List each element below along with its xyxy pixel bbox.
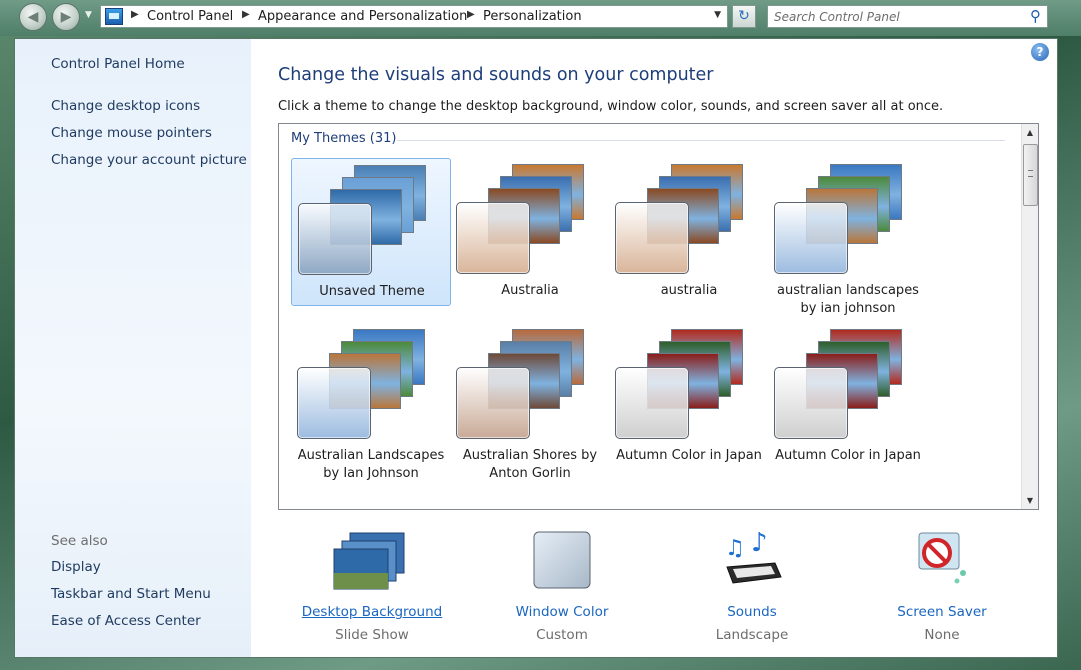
theme-item[interactable]: Autumn Color in Japan <box>609 323 769 471</box>
back-arrow-icon: ◀ <box>27 9 39 25</box>
window-color-setting[interactable]: Window Color Custom <box>467 529 657 643</box>
theme-color-swatch <box>774 202 848 274</box>
theme-color-swatch <box>456 367 530 439</box>
sounds-setting[interactable]: ♫ ♪ Sounds Landscape <box>657 529 847 643</box>
desktop-background-setting[interactable]: Desktop Background Slide Show <box>277 529 467 643</box>
window-color-link[interactable]: Window Color <box>467 604 657 620</box>
theme-item[interactable]: Autumn Color in Japan <box>768 323 928 471</box>
theme-label: australian landscapes by ian johnson <box>777 283 919 316</box>
display-link[interactable]: Display <box>51 559 101 575</box>
theme-label: Unsaved Theme <box>319 284 425 299</box>
theme-color-swatch <box>774 367 848 439</box>
refresh-icon: ↻ <box>738 8 750 24</box>
taskbar-start-menu-link[interactable]: Taskbar and Start Menu <box>51 586 211 602</box>
window-color-value: Custom <box>536 627 588 643</box>
theme-list[interactable]: My Themes (31) Unsaved Theme Australia aus… <box>278 123 1039 510</box>
desktop-background-value: Slide Show <box>335 627 409 643</box>
theme-label: australia <box>660 283 718 298</box>
breadcrumb-appearance[interactable]: Appearance and Personalization <box>258 9 467 24</box>
scroll-up-icon[interactable]: ▲ <box>1022 124 1038 141</box>
address-bar: ◀ ▶ ▼ ▶ Control Panel ▶ Appearance and P… <box>0 0 1081 36</box>
theme-item[interactable]: Australian Landscapes by Ian Johnson <box>291 323 451 481</box>
control-panel-home-link[interactable]: Control Panel Home <box>51 56 185 72</box>
content-area: Control Panel Home Change desktop icons … <box>14 38 1058 658</box>
scroll-down-icon[interactable]: ▼ <box>1022 492 1038 509</box>
theme-color-swatch <box>297 367 371 439</box>
change-mouse-pointers-link[interactable]: Change mouse pointers <box>51 125 212 141</box>
recent-pages-dropdown-icon[interactable]: ▼ <box>85 10 92 20</box>
sounds-value: Landscape <box>715 627 789 643</box>
screen-saver-value: None <box>924 627 960 643</box>
theme-label: Autumn Color in Japan <box>616 448 762 463</box>
theme-color-swatch <box>456 202 530 274</box>
search-box[interactable]: ⚲ <box>767 5 1048 28</box>
see-also-label: See also <box>51 533 108 549</box>
theme-item[interactable]: australia <box>609 158 769 306</box>
scroll-grip-icon <box>1028 170 1033 177</box>
page-title: Change the visuals and sounds on your co… <box>278 65 714 85</box>
breadcrumb-control-panel[interactable]: Control Panel <box>147 9 233 24</box>
control-panel-icon <box>105 8 123 25</box>
forward-button[interactable]: ▶ <box>52 3 80 31</box>
sidebar: Control Panel Home Change desktop icons … <box>15 39 251 657</box>
theme-color-swatch <box>615 202 689 274</box>
screen-saver-link[interactable]: Screen Saver <box>847 604 1037 620</box>
theme-color-swatch <box>615 367 689 439</box>
desktop-background-icon <box>333 532 405 590</box>
change-account-picture-link[interactable]: Change your account picture <box>51 152 247 168</box>
theme-item[interactable]: australian landscapes by ian johnson <box>768 158 928 316</box>
breadcrumb-arrow-icon[interactable]: ▶ <box>131 9 139 20</box>
address-field[interactable]: ▶ Control Panel ▶ Appearance and Persona… <box>100 5 728 28</box>
theme-label: Autumn Color in Japan <box>775 448 921 463</box>
window-color-icon <box>533 531 591 589</box>
breadcrumb-arrow-icon[interactable]: ▶ <box>242 9 250 20</box>
scroll-thumb[interactable] <box>1023 144 1038 206</box>
screen-saver-setting[interactable]: Screen Saver None <box>847 529 1037 643</box>
theme-item[interactable]: Australia <box>450 158 610 306</box>
address-dropdown-icon[interactable]: ▼ <box>714 10 721 20</box>
theme-list-scrollbar[interactable]: ▲ ▼ <box>1021 124 1038 509</box>
theme-label: Australia <box>501 283 559 298</box>
svg-text:♫: ♫ <box>725 536 745 561</box>
screen-saver-icon <box>918 532 966 584</box>
theme-item[interactable]: Australian Shores by Anton Gorlin <box>450 323 610 481</box>
breadcrumb-arrow-icon[interactable]: ▶ <box>467 9 475 20</box>
theme-color-swatch <box>298 203 372 275</box>
search-input[interactable] <box>774 8 1014 25</box>
breadcrumb-personalization[interactable]: Personalization <box>483 9 582 24</box>
sounds-link[interactable]: Sounds <box>657 604 847 620</box>
theme-item[interactable]: Unsaved Theme <box>291 158 451 306</box>
ease-of-access-link[interactable]: Ease of Access Center <box>51 613 201 629</box>
group-header: My Themes (31) <box>291 131 397 146</box>
help-icon[interactable]: ? <box>1031 43 1049 61</box>
theme-label: Australian Landscapes by Ian Johnson <box>297 448 445 481</box>
svg-text:♪: ♪ <box>751 529 768 558</box>
search-icon[interactable]: ⚲ <box>1030 7 1041 25</box>
group-divider <box>397 140 1005 141</box>
change-desktop-icons-link[interactable]: Change desktop icons <box>51 98 200 114</box>
theme-label: Australian Shores by Anton Gorlin <box>462 448 598 481</box>
page-description: Click a theme to change the desktop back… <box>278 99 944 114</box>
main-panel: ? Change the visuals and sounds on your … <box>251 39 1057 657</box>
forward-arrow-icon: ▶ <box>60 9 72 25</box>
refresh-button[interactable]: ↻ <box>732 5 756 28</box>
sounds-icon: ♫ ♪ <box>725 529 782 584</box>
desktop-background-link[interactable]: Desktop Background <box>277 604 467 620</box>
back-button[interactable]: ◀ <box>19 3 47 31</box>
